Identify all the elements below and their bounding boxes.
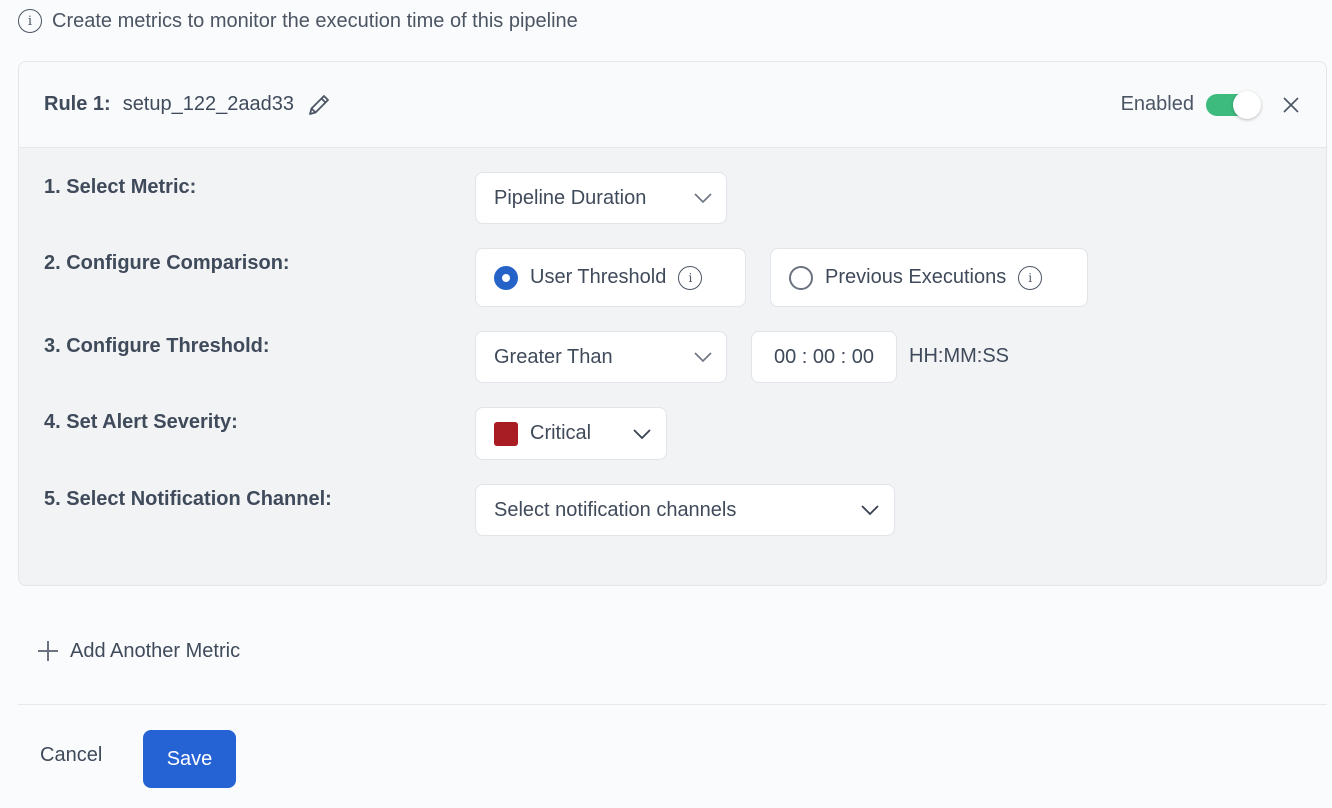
add-another-metric-label: Add Another Metric (70, 639, 241, 662)
step-notification-channel-label: 5. Select Notification Channel: (44, 488, 332, 510)
toggle-knob (1233, 90, 1261, 119)
step-configure-threshold-label: 3. Configure Threshold: (44, 335, 270, 357)
radio-checked-icon (494, 265, 518, 290)
pencil-icon[interactable] (306, 92, 332, 118)
info-banner: i Create metrics to monitor the executio… (18, 8, 578, 34)
time-format-label: HH:MM:SS (909, 345, 1009, 367)
chevron-down-icon (633, 428, 651, 439)
rule-card: Rule 1: setup_122_2aad33 Enabled 1. Sele… (18, 61, 1327, 586)
enabled-toggle[interactable] (1206, 90, 1261, 119)
chevron-down-icon (694, 352, 712, 363)
notification-channel-select[interactable]: Select notification channels (475, 484, 895, 536)
close-icon[interactable] (1280, 94, 1302, 116)
info-icon: i (18, 9, 42, 33)
plus-icon (38, 641, 58, 661)
severity-select[interactable]: Critical (475, 407, 667, 460)
step-select-metric-label: 1. Select Metric: (44, 176, 197, 198)
footer-divider (18, 704, 1327, 705)
severity-color-swatch (494, 421, 518, 446)
chevron-down-icon (861, 505, 879, 516)
chevron-down-icon (694, 193, 712, 204)
radio-previous-executions[interactable]: Previous Executions i (770, 248, 1088, 307)
rule-header: Rule 1: setup_122_2aad33 Enabled (19, 62, 1326, 148)
info-icon[interactable]: i (1018, 265, 1043, 290)
enabled-label: Enabled (1120, 93, 1194, 115)
threshold-time-value: 00 : 00 : 00 (773, 345, 875, 368)
info-text: Create metrics to monitor the execution … (52, 9, 578, 32)
severity-value: Critical (530, 422, 592, 444)
step-configure-comparison-label: 2. Configure Comparison: (44, 252, 290, 274)
rule-label: Rule 1: (44, 93, 111, 115)
save-button[interactable]: Save (143, 730, 236, 788)
threshold-operator-select[interactable]: Greater Than (475, 331, 727, 383)
step-alert-severity-label: 4. Set Alert Severity: (44, 411, 238, 433)
metric-select-value: Pipeline Duration (494, 186, 647, 209)
info-icon[interactable]: i (678, 265, 703, 290)
radio-unchecked-icon (789, 265, 813, 290)
cancel-button[interactable]: Cancel (40, 744, 102, 767)
metric-select[interactable]: Pipeline Duration (475, 172, 727, 224)
radio-user-threshold[interactable]: User Threshold i (475, 248, 746, 307)
radio-user-threshold-label: User Threshold (530, 266, 667, 288)
notification-channel-placeholder: Select notification channels (494, 498, 737, 521)
add-another-metric-button[interactable]: Add Another Metric (38, 637, 240, 665)
threshold-time-input[interactable]: 00 : 00 : 00 (751, 331, 897, 383)
rule-header-actions: Enabled (1120, 90, 1302, 119)
threshold-operator-value: Greater Than (494, 345, 613, 368)
radio-previous-executions-label: Previous Executions (825, 266, 1007, 288)
rule-name: setup_122_2aad33 (122, 93, 294, 115)
